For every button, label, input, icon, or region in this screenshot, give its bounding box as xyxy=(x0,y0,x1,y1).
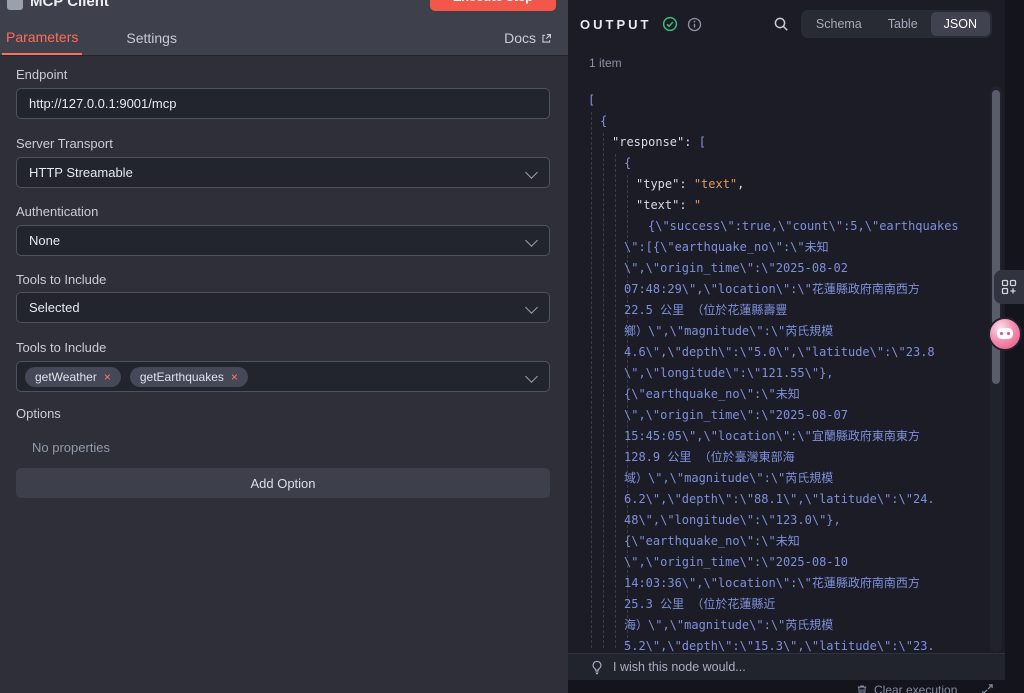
server-transport-label: Server Transport xyxy=(16,136,113,151)
endpoint-label: Endpoint xyxy=(16,67,68,82)
trash-icon xyxy=(856,684,868,693)
assistant-button[interactable] xyxy=(988,317,1022,351)
info-icon[interactable] xyxy=(687,17,702,32)
view-json[interactable]: JSON xyxy=(930,12,990,36)
view-table[interactable]: Table xyxy=(875,12,931,36)
tools-select-label: Tools to Include xyxy=(16,340,107,355)
docs-link[interactable]: Docs xyxy=(504,30,552,46)
remove-tag-icon[interactable]: × xyxy=(104,371,111,383)
tool-tag-getweather[interactable]: getWeather × xyxy=(25,366,121,387)
tool-tag-label: getEarthquakes xyxy=(139,369,224,384)
authentication-value: None xyxy=(29,233,61,248)
tab-parameters[interactable]: Parameters xyxy=(2,21,83,55)
remove-tag-icon[interactable]: × xyxy=(231,371,238,383)
node-title-row: MCP Client xyxy=(7,0,109,10)
lightbulb-icon xyxy=(590,660,604,675)
output-panel: OUTPUT Schema Table JSON 1 item [{"respo… xyxy=(568,0,1024,693)
view-schema[interactable]: Schema xyxy=(803,12,875,36)
endpoint-input[interactable]: http://127.0.0.1:9001/mcp xyxy=(16,88,550,119)
external-link-icon xyxy=(541,33,552,44)
authentication-select[interactable]: None xyxy=(16,225,550,256)
chevron-down-icon xyxy=(525,166,538,179)
ndv-tabs: Parameters Settings xyxy=(2,21,221,55)
indent-guide xyxy=(591,112,592,648)
wish-input[interactable]: I wish this node would... xyxy=(568,653,1005,680)
items-count: 1 item xyxy=(589,56,622,70)
options-label: Options xyxy=(16,406,61,421)
bottom-strip: Clear execution xyxy=(568,680,1024,693)
chevron-down-icon xyxy=(525,370,538,383)
tool-tag-getearthquakes[interactable]: getEarthquakes × xyxy=(129,366,248,387)
endpoint-value: http://127.0.0.1:9001/mcp xyxy=(29,96,177,111)
chevron-down-icon xyxy=(525,234,538,247)
side-panel-button[interactable] xyxy=(994,270,1024,304)
mcp-client-node-icon xyxy=(7,0,23,10)
layout-grid-icon xyxy=(1001,279,1017,295)
clear-execution-button[interactable]: Clear execution xyxy=(856,683,957,693)
output-scrollbar[interactable] xyxy=(990,86,1002,652)
output-header: OUTPUT Schema Table JSON xyxy=(580,9,992,39)
server-transport-value: HTTP Streamable xyxy=(29,165,133,180)
indent-guide xyxy=(627,175,628,648)
wish-text: I wish this node would... xyxy=(613,660,746,674)
output-view-switch: Schema Table JSON xyxy=(800,10,992,38)
assistant-icon xyxy=(997,328,1013,339)
indent-guide xyxy=(615,154,616,648)
authentication-label: Authentication xyxy=(16,204,99,219)
json-output-code: [{"response": [{"type": "text", "text": "… xyxy=(588,93,959,652)
tools-mode-value: Selected xyxy=(29,300,80,315)
clear-execution-label: Clear execution xyxy=(874,683,958,693)
search-icon[interactable] xyxy=(773,16,789,32)
tool-tag-label: getWeather xyxy=(35,369,97,384)
options-empty-text: No properties xyxy=(32,440,111,455)
tab-settings[interactable]: Settings xyxy=(122,21,181,55)
execute-step-button[interactable]: Execute step xyxy=(430,0,556,11)
tools-mode-select[interactable]: Selected xyxy=(16,292,550,323)
output-title: OUTPUT xyxy=(580,16,652,32)
success-check-icon xyxy=(662,16,678,32)
docs-link-label: Docs xyxy=(504,30,536,46)
chevron-down-icon xyxy=(525,301,538,314)
tools-mode-label: Tools to Include xyxy=(16,272,107,287)
node-header: MCP Client Execute step Parameters Setti… xyxy=(0,0,568,56)
node-title: MCP Client xyxy=(30,0,109,10)
tools-multi-select[interactable]: getWeather × getEarthquakes × xyxy=(16,361,550,392)
node-details-panel: MCP Client Execute step Parameters Setti… xyxy=(0,0,568,693)
indent-guide xyxy=(603,133,604,648)
server-transport-select[interactable]: HTTP Streamable xyxy=(16,157,550,188)
expand-icon[interactable] xyxy=(981,683,994,693)
add-option-button[interactable]: Add Option xyxy=(16,468,550,498)
